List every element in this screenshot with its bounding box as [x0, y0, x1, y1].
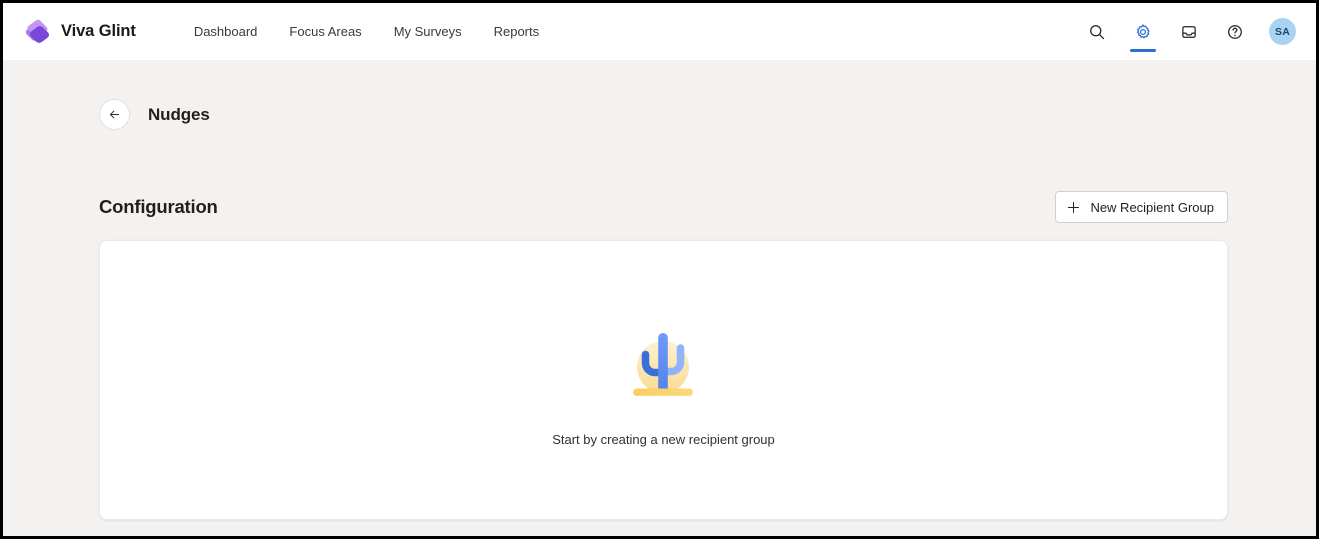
- plus-icon: [1067, 201, 1080, 214]
- section-title: Configuration: [99, 196, 218, 217]
- empty-state: Start by creating a new recipient group: [552, 322, 775, 447]
- nav-my-surveys[interactable]: My Surveys: [394, 24, 462, 39]
- new-recipient-group-label: New Recipient Group: [1090, 199, 1214, 215]
- top-bar-actions: SA: [1081, 16, 1296, 52]
- avatar[interactable]: SA: [1269, 18, 1296, 45]
- nav-dashboard[interactable]: Dashboard: [194, 24, 258, 39]
- help-icon[interactable]: [1219, 16, 1251, 48]
- top-navigation-bar: Viva Glint Dashboard Focus Areas My Surv…: [3, 3, 1316, 60]
- inbox-icon[interactable]: [1173, 16, 1205, 48]
- gear-icon[interactable]: [1127, 16, 1159, 52]
- configuration-card: Start by creating a new recipient group: [99, 240, 1228, 520]
- search-icon[interactable]: [1081, 16, 1113, 48]
- app-screen: Viva Glint Dashboard Focus Areas My Surv…: [3, 3, 1316, 536]
- page-title: Nudges: [148, 104, 210, 124]
- cactus-illustration: [615, 322, 711, 404]
- page-header: Nudges: [99, 99, 210, 130]
- brand[interactable]: Viva Glint: [24, 18, 136, 45]
- nav-reports[interactable]: Reports: [494, 24, 540, 39]
- back-button[interactable]: [99, 99, 130, 130]
- viva-glint-logo-icon: [24, 18, 51, 45]
- section-header: Configuration New Recipient Group: [99, 191, 1228, 223]
- brand-name: Viva Glint: [61, 22, 136, 40]
- nav-focus-areas[interactable]: Focus Areas: [289, 24, 361, 39]
- empty-state-message: Start by creating a new recipient group: [552, 431, 775, 447]
- new-recipient-group-button[interactable]: New Recipient Group: [1055, 191, 1228, 223]
- main-nav: Dashboard Focus Areas My Surveys Reports: [194, 24, 539, 39]
